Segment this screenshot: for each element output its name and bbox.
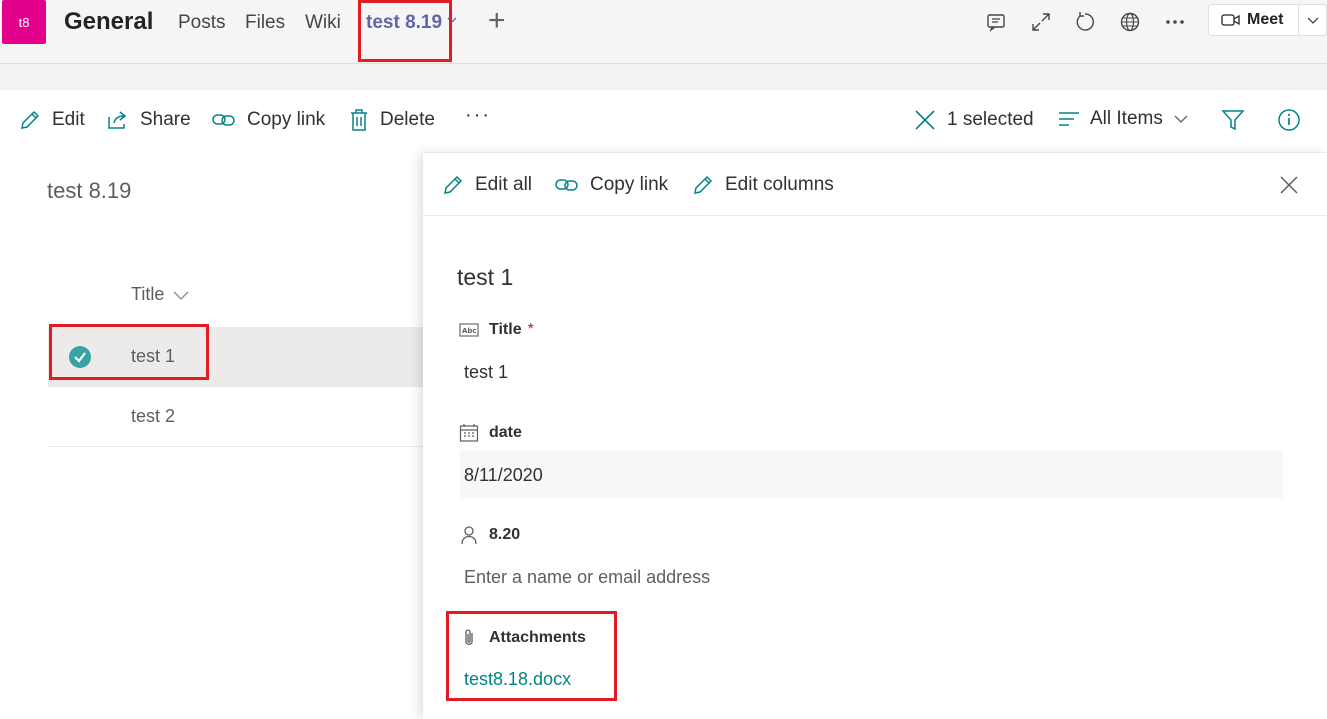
column-header-title[interactable]: Title — [131, 284, 190, 305]
tab-posts[interactable]: Posts — [178, 12, 226, 34]
person-picker-input[interactable]: Enter a name or email address — [464, 567, 710, 588]
required-marker: * — [527, 321, 534, 338]
delete-button[interactable]: Delete — [348, 108, 435, 132]
copy-link-label: Copy link — [247, 109, 326, 130]
date-value[interactable]: 8/11/2020 — [464, 465, 543, 486]
item-title: test 1 — [457, 264, 514, 290]
share-button[interactable]: Share — [106, 108, 191, 132]
person-label: 8.20 — [489, 526, 521, 543]
copy-link-button[interactable]: Copy link — [211, 108, 325, 132]
tab-test-8-19[interactable]: test 8.19 — [366, 12, 442, 34]
trash-icon — [351, 109, 367, 131]
attachments-label: Attachments — [489, 629, 586, 646]
chevron-down-icon[interactable] — [446, 14, 458, 26]
link-icon — [555, 179, 578, 191]
add-tab-icon[interactable]: + — [488, 4, 506, 38]
title-value[interactable]: test 1 — [464, 362, 508, 383]
filter-button[interactable] — [1221, 108, 1245, 132]
paperclip-icon — [465, 629, 473, 645]
field-label-person: 8.20 — [459, 525, 520, 545]
team-avatar[interactable]: t8 — [2, 0, 46, 44]
edit-columns-button[interactable]: Edit columns — [691, 173, 834, 197]
text-field-icon: Abc — [459, 323, 479, 337]
edit-columns-label: Edit columns — [725, 174, 834, 195]
selected-count: 1 selected — [947, 109, 1034, 130]
field-label-date: date — [459, 423, 522, 443]
list-lines-icon — [1059, 112, 1079, 126]
more-icon[interactable] — [1163, 10, 1187, 34]
info-icon — [1278, 109, 1300, 131]
field-label-title: Abc Title * — [459, 321, 534, 339]
info-button[interactable] — [1277, 108, 1301, 132]
row-title[interactable]: test 1 — [131, 346, 175, 367]
teams-header: t8 General Posts Files Wiki test 8.19 + … — [0, 0, 1327, 64]
title-label: Title — [489, 321, 522, 338]
meet-label: Meet — [1247, 11, 1284, 28]
delete-label: Delete — [380, 109, 435, 130]
more-actions-button[interactable]: ··· — [465, 104, 491, 127]
pencil-icon — [444, 175, 463, 194]
video-camera-icon — [1221, 14, 1240, 26]
meet-button[interactable]: Meet — [1208, 4, 1327, 36]
check-circle-icon[interactable] — [69, 346, 91, 368]
share-icon — [108, 111, 127, 129]
tab-wiki[interactable]: Wiki — [305, 12, 341, 34]
list-row[interactable]: test 1 — [48, 327, 423, 387]
chevron-down-icon — [1174, 115, 1188, 123]
meet-divider — [1298, 5, 1299, 35]
calendar-icon — [459, 424, 479, 442]
list-title: test 8.19 — [47, 178, 132, 203]
pencil-icon — [21, 110, 40, 129]
attachment-link[interactable]: test8.18.docx — [464, 669, 571, 690]
refresh-icon[interactable] — [1073, 10, 1097, 34]
globe-icon[interactable] — [1118, 10, 1142, 34]
filter-icon — [1221, 110, 1245, 131]
tab-files[interactable]: Files — [245, 12, 285, 34]
person-icon — [461, 526, 477, 545]
conversation-icon[interactable] — [984, 10, 1008, 34]
edit-button[interactable]: Edit — [18, 108, 85, 132]
chevron-down-icon — [173, 291, 189, 300]
pencil-icon — [694, 175, 713, 194]
edit-all-button[interactable]: Edit all — [441, 173, 532, 197]
list-view: test 8.19 Title test 1 test 2 — [0, 152, 423, 719]
row-title[interactable]: test 2 — [131, 406, 175, 427]
share-label: Share — [140, 109, 191, 130]
command-bar: Edit Share Copy link Delete ··· 1 select… — [0, 90, 1327, 152]
list-row[interactable]: test 2 — [48, 387, 423, 447]
close-icon[interactable] — [1279, 175, 1299, 195]
expand-icon[interactable] — [1029, 10, 1053, 34]
clear-selection-button[interactable]: 1 selected — [913, 108, 1034, 132]
date-field[interactable] — [460, 450, 1283, 498]
panel-command-bar: Edit all Copy link Edit columns — [423, 153, 1327, 216]
chevron-down-icon[interactable] — [1306, 13, 1320, 27]
edit-label: Edit — [52, 109, 85, 130]
copy-link-button[interactable]: Copy link — [554, 173, 668, 197]
link-icon — [212, 114, 235, 126]
field-label-attachments: Attachments — [459, 628, 586, 648]
svg-text:Abc: Abc — [462, 327, 477, 335]
date-label: date — [489, 424, 522, 441]
channel-name: General — [64, 8, 154, 35]
view-switcher[interactable]: All Items — [1058, 108, 1189, 130]
column-header-label: Title — [131, 284, 165, 304]
copy-link-label: Copy link — [590, 174, 669, 195]
item-details-panel: Edit all Copy link Edit columns test 1 A… — [423, 153, 1327, 719]
close-icon — [915, 110, 935, 130]
edit-all-label: Edit all — [475, 174, 533, 195]
view-label: All Items — [1090, 108, 1163, 129]
